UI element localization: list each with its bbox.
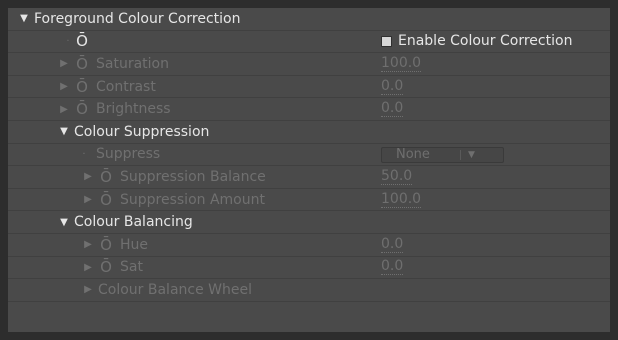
suppress-selected: None xyxy=(396,146,430,162)
disclosure-right-icon[interactable]: ▶ xyxy=(58,81,70,92)
param-label: Suppression Balance xyxy=(120,168,266,185)
stopwatch-icon[interactable]: Ō xyxy=(74,55,90,73)
suppression-balance-value[interactable]: 50.0 xyxy=(381,168,413,185)
group-label: Foreground Colour Correction xyxy=(34,10,241,27)
dropdown-divider xyxy=(460,149,461,160)
bullet-icon: · xyxy=(82,148,86,160)
param-label: Brightness xyxy=(96,101,171,118)
param-label: Contrast xyxy=(96,78,156,95)
hue-value[interactable]: 0.0 xyxy=(381,236,404,253)
contrast-value[interactable]: 0.0 xyxy=(381,78,404,95)
group-label: Colour Suppression xyxy=(74,123,210,140)
row-colour-balance-wheel: ▶ Colour Balance Wheel xyxy=(8,279,610,302)
row-brightness: ▶ Ō Brightness 0.0 xyxy=(8,98,610,121)
dropdown-arrow-icon: ▼ xyxy=(468,149,475,160)
disclosure-right-icon[interactable]: ▶ xyxy=(58,58,70,69)
stopwatch-icon[interactable]: Ō xyxy=(74,78,90,96)
row-sat: ▶ Ō Sat 0.0 xyxy=(8,257,610,280)
group-label: Colour Balancing xyxy=(74,214,193,231)
disclosure-right-icon[interactable]: ▶ xyxy=(82,171,94,182)
stopwatch-icon[interactable]: Ō xyxy=(98,258,114,276)
bullet-icon: · xyxy=(66,35,70,47)
param-label: Suppress xyxy=(96,146,161,163)
group-colour-balancing[interactable]: ▼ Colour Balancing xyxy=(8,211,610,234)
stopwatch-icon[interactable]: Ō xyxy=(98,168,114,186)
param-label: Sat xyxy=(120,259,143,276)
enable-label: Enable Colour Correction xyxy=(398,33,573,50)
param-label: Saturation xyxy=(96,55,169,72)
effect-controls-panel: ▼ Foreground Colour Correction · Ō Enabl… xyxy=(8,8,610,332)
suppress-dropdown[interactable]: None ▼ xyxy=(381,146,504,163)
row-hue: ▶ Ō Hue 0.0 xyxy=(8,234,610,257)
brightness-value[interactable]: 0.0 xyxy=(381,101,404,118)
disclosure-right-icon[interactable]: ▶ xyxy=(82,239,94,250)
disclosure-down-icon[interactable]: ▼ xyxy=(18,13,30,24)
param-label: Suppression Amount xyxy=(120,191,265,208)
group-colour-suppression[interactable]: ▼ Colour Suppression xyxy=(8,121,610,144)
row-saturation: ▶ Ō Saturation 100.0 xyxy=(8,53,610,76)
row-contrast: ▶ Ō Contrast 0.0 xyxy=(8,76,610,99)
param-label: Hue xyxy=(120,236,149,253)
disclosure-right-icon[interactable]: ▶ xyxy=(58,104,70,115)
stopwatch-icon[interactable]: Ō xyxy=(74,32,90,50)
disclosure-right-icon[interactable]: ▶ xyxy=(82,262,94,273)
sat-value[interactable]: 0.0 xyxy=(381,259,404,276)
enable-checkbox[interactable] xyxy=(381,35,392,47)
disclosure-down-icon[interactable]: ▼ xyxy=(58,217,70,228)
row-suppression-balance: ▶ Ō Suppression Balance 50.0 xyxy=(8,166,610,189)
group-foreground-colour-correction[interactable]: ▼ Foreground Colour Correction xyxy=(8,8,610,31)
param-label: Colour Balance Wheel xyxy=(98,281,252,298)
enable-checkbox-wrap[interactable]: Enable Colour Correction xyxy=(381,31,572,53)
row-suppress: · Suppress None ▼ xyxy=(8,144,610,167)
row-suppression-amount: ▶ Ō Suppression Amount 100.0 xyxy=(8,189,610,212)
stopwatch-icon[interactable]: Ō xyxy=(98,191,114,209)
suppression-amount-value[interactable]: 100.0 xyxy=(381,191,422,208)
row-enable-colour-correction: · Ō Enable Colour Correction xyxy=(8,31,610,54)
disclosure-right-icon[interactable]: ▶ xyxy=(82,284,94,295)
stopwatch-icon[interactable]: Ō xyxy=(98,236,114,254)
disclosure-right-icon[interactable]: ▶ xyxy=(82,194,94,205)
saturation-value[interactable]: 100.0 xyxy=(381,55,422,72)
stopwatch-icon[interactable]: Ō xyxy=(74,100,90,118)
disclosure-down-icon[interactable]: ▼ xyxy=(58,126,70,137)
